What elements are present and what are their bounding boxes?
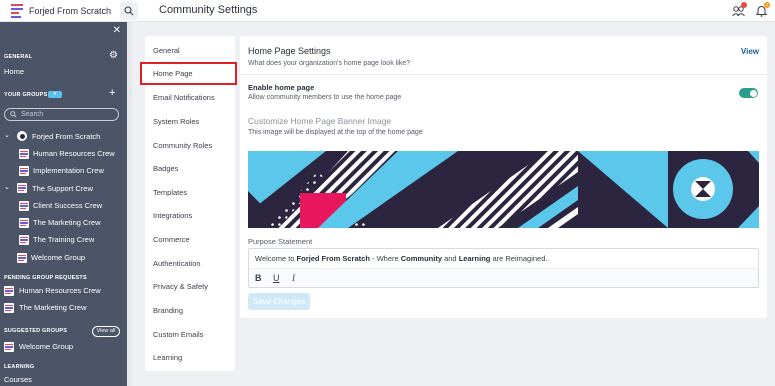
group-item[interactable]: Client Success Crew <box>33 201 102 210</box>
group-icon <box>19 235 29 245</box>
group-icon <box>4 342 14 352</box>
editor-toolbar: B U I <box>249 268 758 287</box>
sidebar-scrollbar[interactable] <box>127 22 132 386</box>
menu-item-email-notifications[interactable]: Email Notifications <box>153 93 215 102</box>
org-name[interactable]: Forjed From Scratch <box>29 6 111 16</box>
group-item[interactable]: The Marketing Crew <box>33 218 101 227</box>
enable-home-page-toggle[interactable] <box>739 88 758 98</box>
suggested-group-item[interactable]: Welcome Group <box>19 342 73 351</box>
chevron-down-icon[interactable]: ⌄ <box>4 183 10 191</box>
banner-title: Customize Home Page Banner Image <box>248 116 392 126</box>
settings-menu: General Email Notifications System Roles… <box>145 36 235 371</box>
group-icon <box>17 183 27 193</box>
activity-dot <box>741 2 747 8</box>
search-placeholder: Search <box>21 111 44 118</box>
section-title: Home Page Settings <box>248 46 331 56</box>
group-item[interactable]: The Training Crew <box>33 235 94 244</box>
purpose-statement-editor[interactable]: Welcome to Forjed From Scratch - Where C… <box>248 248 759 288</box>
group-icon <box>19 166 29 176</box>
banner-graphic <box>248 151 759 228</box>
group-icon <box>19 149 29 159</box>
menu-item-system-roles[interactable]: System Roles <box>153 117 199 126</box>
menu-item-general[interactable]: General <box>153 46 180 55</box>
section-subtitle: What does your organization's home page … <box>248 60 411 67</box>
menu-item-home-page-label: Home Page <box>153 69 193 78</box>
group-icon <box>19 201 29 211</box>
home-page-banner-image[interactable] <box>248 151 759 228</box>
general-heading: GENERAL <box>4 54 33 60</box>
menu-item-authentication[interactable]: Authentication <box>153 259 201 268</box>
gear-icon[interactable]: ⚙ <box>109 50 118 61</box>
purpose-statement-text[interactable]: Welcome to Forjed From Scratch - Where C… <box>255 254 547 263</box>
pending-requests-heading: PENDING GROUP REQUESTS <box>4 275 87 281</box>
chevron-down-icon[interactable]: ⌄ <box>4 131 10 139</box>
sidebar-item-courses[interactable]: Courses <box>4 375 32 384</box>
pending-group-item[interactable]: The Marketing Crew <box>19 303 87 312</box>
purpose-statement-label: Purpose Statement <box>248 237 313 246</box>
group-icon <box>19 218 29 228</box>
banner-description: This image will be displayed at the top … <box>248 129 423 136</box>
search-icon <box>124 6 134 16</box>
top-bar: Forjed From Scratch Community Settings 4 <box>0 0 775 22</box>
your-groups-heading: YOUR GROUPS <box>4 92 48 98</box>
group-avatar-icon <box>17 131 27 141</box>
group-icon <box>4 286 14 296</box>
group-item[interactable]: Human Resources Crew <box>33 149 115 158</box>
bold-button[interactable]: B <box>255 273 262 283</box>
menu-item-privacy-safety[interactable]: Privacy & Safety <box>153 282 208 291</box>
group-item[interactable]: Implementation Crew <box>33 166 104 175</box>
group-search-input[interactable]: Search <box>4 108 119 121</box>
page-title: Community Settings <box>159 4 258 16</box>
menu-item-badges[interactable]: Badges <box>153 164 178 173</box>
menu-item-commerce[interactable]: Commerce <box>153 235 190 244</box>
menu-item-home-page[interactable]: Home Page <box>140 62 237 85</box>
divider <box>240 74 767 75</box>
search-icon <box>10 111 17 118</box>
search-button[interactable] <box>120 2 138 20</box>
menu-item-templates[interactable]: Templates <box>153 188 187 197</box>
org-logo[interactable] <box>11 3 23 18</box>
menu-item-community-roles[interactable]: Community Roles <box>153 141 212 150</box>
italic-button[interactable]: I <box>292 273 295 283</box>
sidebar: ✕ GENERAL ⚙ Home YOUR GROUPS ▾ + Search … <box>0 22 127 386</box>
menu-item-learning[interactable]: Learning <box>153 353 182 362</box>
pending-group-item[interactable]: Human Resources Crew <box>19 286 101 295</box>
group-item[interactable]: The Support Crew <box>32 184 93 193</box>
close-sidebar-icon[interactable]: ✕ <box>113 25 121 36</box>
community-menu-button[interactable] <box>730 2 747 19</box>
group-item[interactable]: Welcome Group <box>31 253 85 262</box>
enable-home-page-description: Allow community members to use the home … <box>248 94 402 101</box>
notifications-button[interactable]: 4 <box>753 2 770 19</box>
group-item[interactable]: Forjed From Scratch <box>32 132 100 141</box>
group-icon <box>17 253 27 263</box>
view-all-button[interactable]: View all <box>92 326 120 337</box>
save-changes-button[interactable]: Save Changes <box>248 293 310 310</box>
home-page-settings-card: Home Page Settings What does your organi… <box>240 36 767 318</box>
your-groups-dropdown[interactable]: ▾ <box>48 91 62 98</box>
add-group-icon[interactable]: + <box>109 87 115 99</box>
menu-item-custom-emails[interactable]: Custom Emails <box>153 330 203 339</box>
sidebar-item-home[interactable]: Home <box>4 67 24 76</box>
suggested-groups-heading: SUGGESTED GROUPS <box>4 328 68 334</box>
enable-home-page-label: Enable home page <box>248 83 315 92</box>
view-link[interactable]: View <box>741 47 759 56</box>
notification-count-badge: 4 <box>764 2 770 8</box>
menu-item-integrations[interactable]: Integrations <box>153 211 192 220</box>
learning-heading: LEARNING <box>4 364 35 370</box>
menu-item-branding[interactable]: Branding <box>153 306 183 315</box>
group-icon <box>4 303 14 313</box>
underline-button[interactable]: U <box>273 273 280 283</box>
